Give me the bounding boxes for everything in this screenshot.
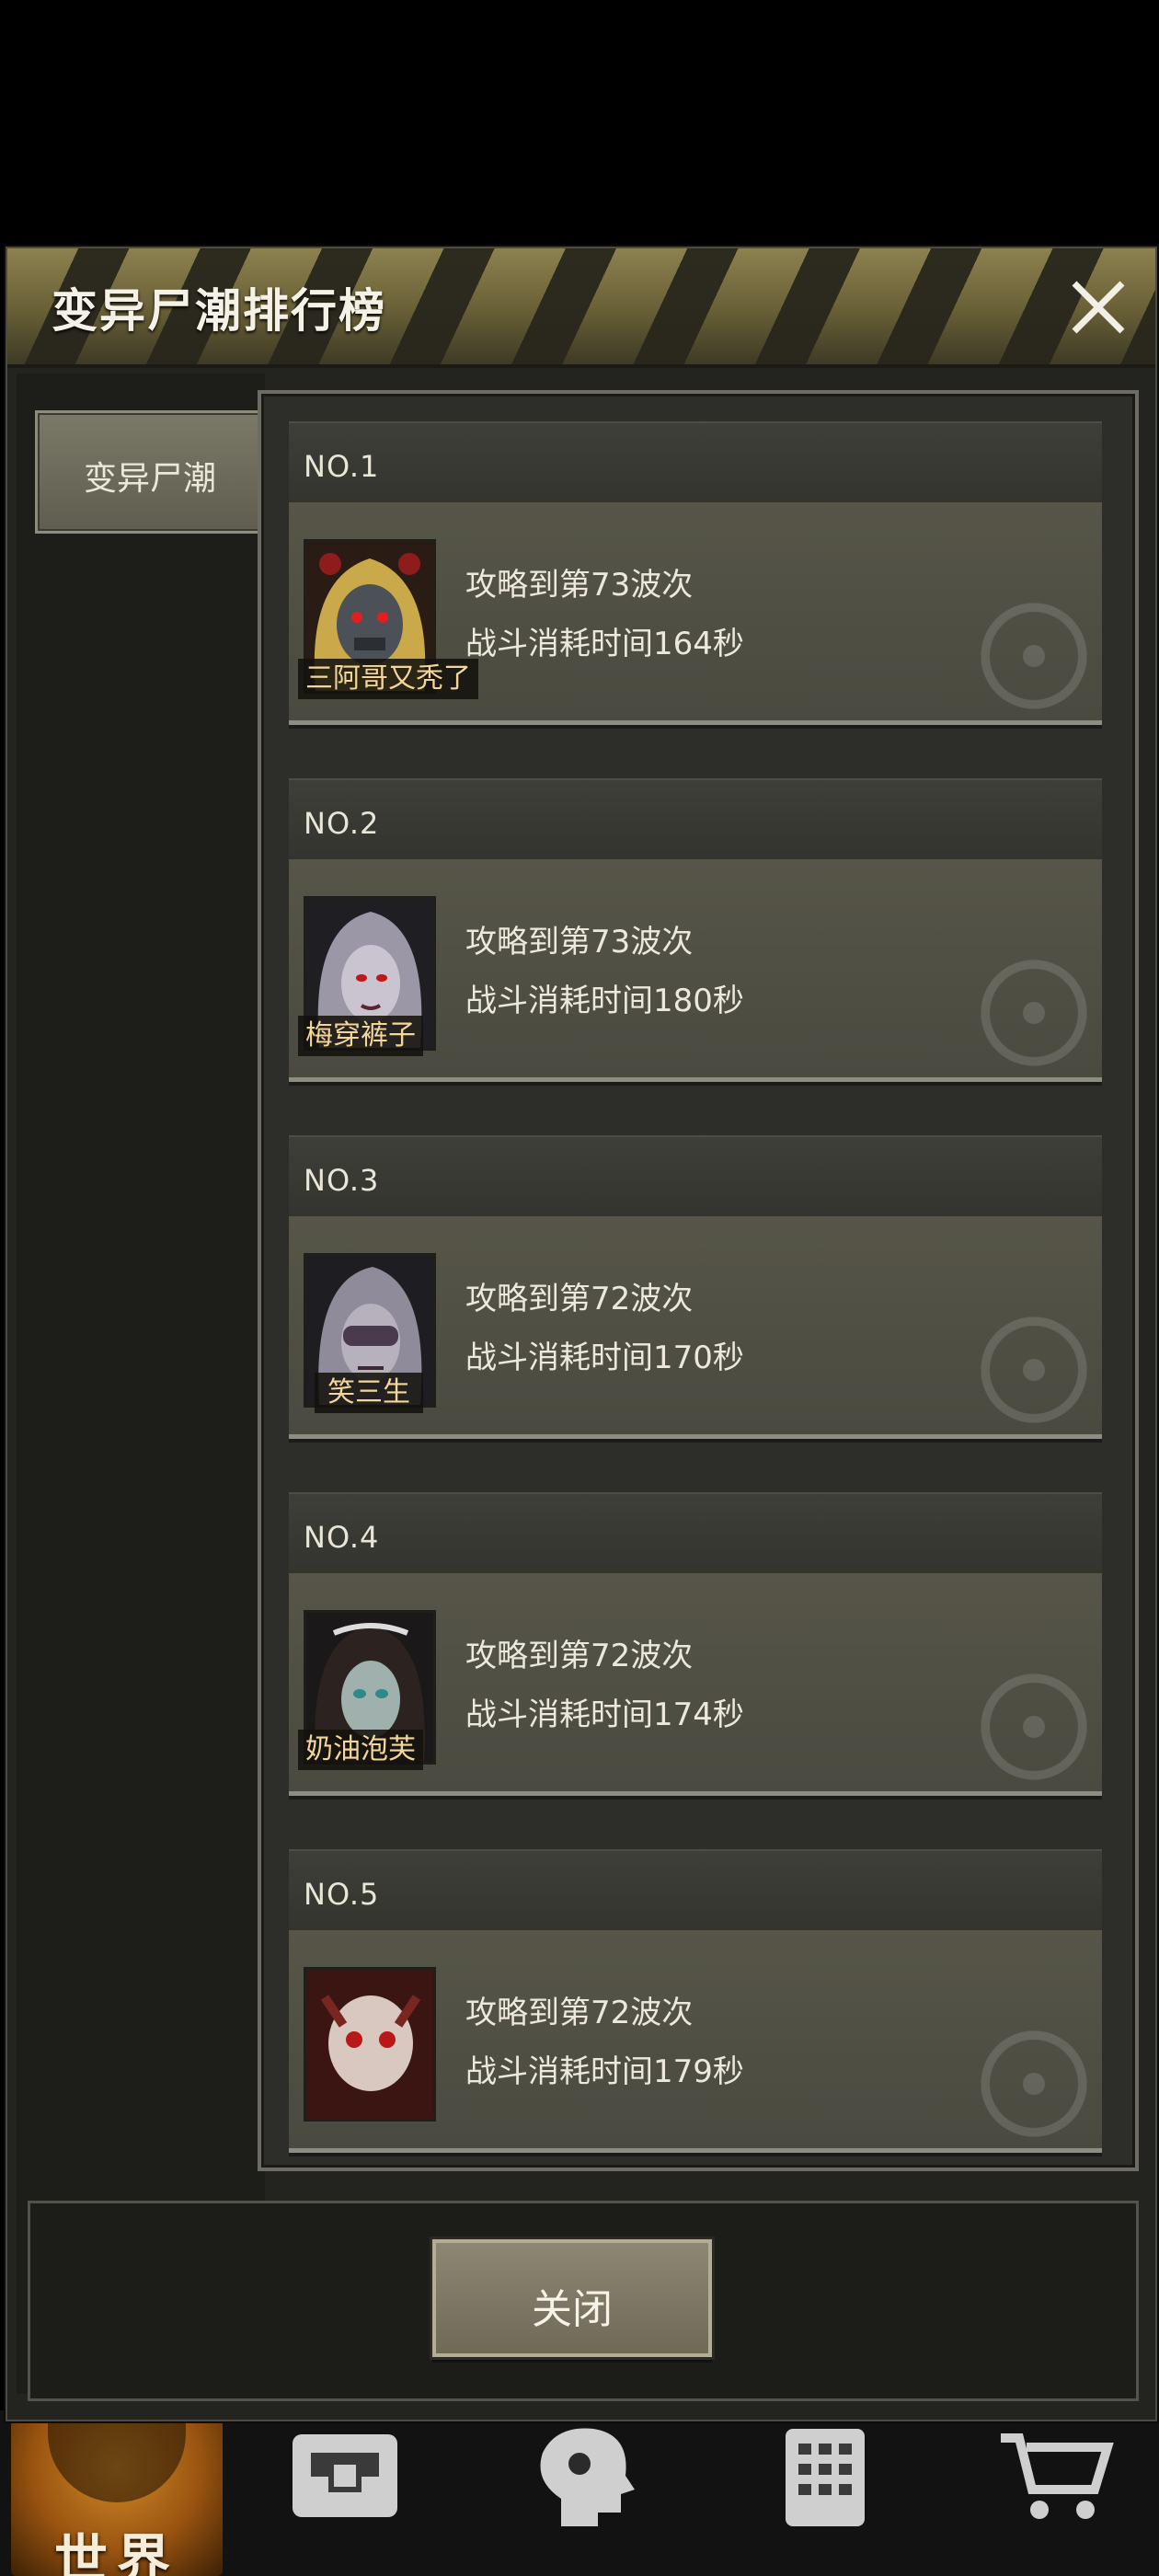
wave-progress: 攻略到第72波次 — [465, 1638, 694, 1674]
entry-header: NO.3 — [289, 1135, 1102, 1216]
entry-body: 奶油泡芙 攻略到第72波次 战斗消耗时间174秒 — [289, 1573, 1102, 1796]
ranking-entry: NO.3 笑三生 攻略到第72波次 战斗消耗时间170秒 — [289, 1135, 1102, 1439]
entry-header: NO.2 — [289, 778, 1102, 859]
rank-label: NO.5 — [304, 1877, 380, 1912]
radiation-emblem-icon — [981, 960, 1087, 1066]
close-button-label: 关闭 — [532, 2286, 613, 2333]
close-button[interactable]: 关闭 — [432, 2239, 712, 2357]
ranking-entry: NO.1 三阿哥又秃了 攻略到第73波次 战斗消耗时间164秒 — [289, 421, 1102, 725]
entry-header: NO.1 — [289, 421, 1102, 502]
battle-time: 战斗消耗时间170秒 — [465, 1340, 744, 1376]
entry-body: 梅穿裤子 攻略到第73波次 战斗消耗时间180秒 — [289, 859, 1102, 1082]
leaderboard-dialog: 变异尸潮排行榜 变异尸潮 NO.1 三阿哥又秃了 攻略到第73波次 战斗消耗时间… — [6, 247, 1157, 2421]
nav-world-button[interactable]: 世界 — [11, 2420, 223, 2576]
rank-label: NO.4 — [304, 1520, 380, 1555]
ranking-entry: NO.5 攻略到第72波次 战斗消耗时间179秒 — [289, 1849, 1102, 2153]
player-name: 笑三生 — [315, 1373, 423, 1413]
backpack-icon[interactable] — [285, 2425, 405, 2526]
rank-label: NO.3 — [304, 1163, 380, 1198]
player-name: 梅穿裤子 — [298, 1016, 423, 1056]
battle-time: 战斗消耗时间174秒 — [465, 1696, 744, 1733]
ranking-list[interactable]: NO.1 三阿哥又秃了 攻略到第73波次 战斗消耗时间164秒 NO.2 梅穿裤… — [258, 390, 1139, 2171]
player-avatar[interactable] — [304, 1967, 436, 2122]
tab-column — [17, 374, 265, 2394]
wave-progress: 攻略到第73波次 — [465, 567, 694, 604]
wave-progress: 攻略到第72波次 — [465, 1281, 694, 1317]
radiation-emblem-icon — [981, 603, 1087, 709]
player-name: 奶油泡芙 — [298, 1730, 423, 1770]
entry-body: 三阿哥又秃了 攻略到第73波次 战斗消耗时间164秒 — [289, 502, 1102, 725]
close-icon[interactable] — [1061, 270, 1135, 344]
wave-progress: 攻略到第73波次 — [465, 924, 694, 960]
entry-header: NO.4 — [289, 1492, 1102, 1573]
rank-label: NO.2 — [304, 806, 380, 841]
radiation-emblem-icon — [981, 2030, 1087, 2137]
battle-time: 战斗消耗时间179秒 — [465, 2053, 744, 2090]
dialog-title: 变异尸潮排行榜 — [52, 284, 386, 338]
entry-body: 笑三生 攻略到第72波次 战斗消耗时间170秒 — [289, 1216, 1102, 1439]
ranking-entry: NO.4 奶油泡芙 攻略到第72波次 战斗消耗时间174秒 — [289, 1492, 1102, 1796]
tab-mutant-horde[interactable]: 变异尸潮 — [35, 410, 265, 534]
rank-label: NO.1 — [304, 449, 380, 484]
player-name: 三阿哥又秃了 — [298, 659, 478, 699]
head-icon[interactable] — [524, 2425, 644, 2526]
entry-body: 攻略到第72波次 战斗消耗时间179秒 — [289, 1930, 1102, 2153]
cart-icon[interactable] — [995, 2425, 1115, 2526]
globe-icon — [48, 2420, 186, 2502]
battle-time: 战斗消耗时间164秒 — [465, 626, 744, 662]
battle-time: 战斗消耗时间180秒 — [465, 983, 744, 1019]
wave-progress: 攻略到第72波次 — [465, 1995, 694, 2031]
radiation-emblem-icon — [981, 1317, 1087, 1423]
phone-icon[interactable] — [765, 2425, 885, 2526]
nav-world-label: 世界 — [53, 2528, 179, 2576]
ranking-entry: NO.2 梅穿裤子 攻略到第73波次 战斗消耗时间180秒 — [289, 778, 1102, 1082]
radiation-emblem-icon — [981, 1673, 1087, 1780]
tab-label: 变异尸潮 — [83, 460, 216, 498]
entry-header: NO.5 — [289, 1849, 1102, 1930]
title-bar: 变异尸潮排行榜 — [7, 248, 1155, 368]
